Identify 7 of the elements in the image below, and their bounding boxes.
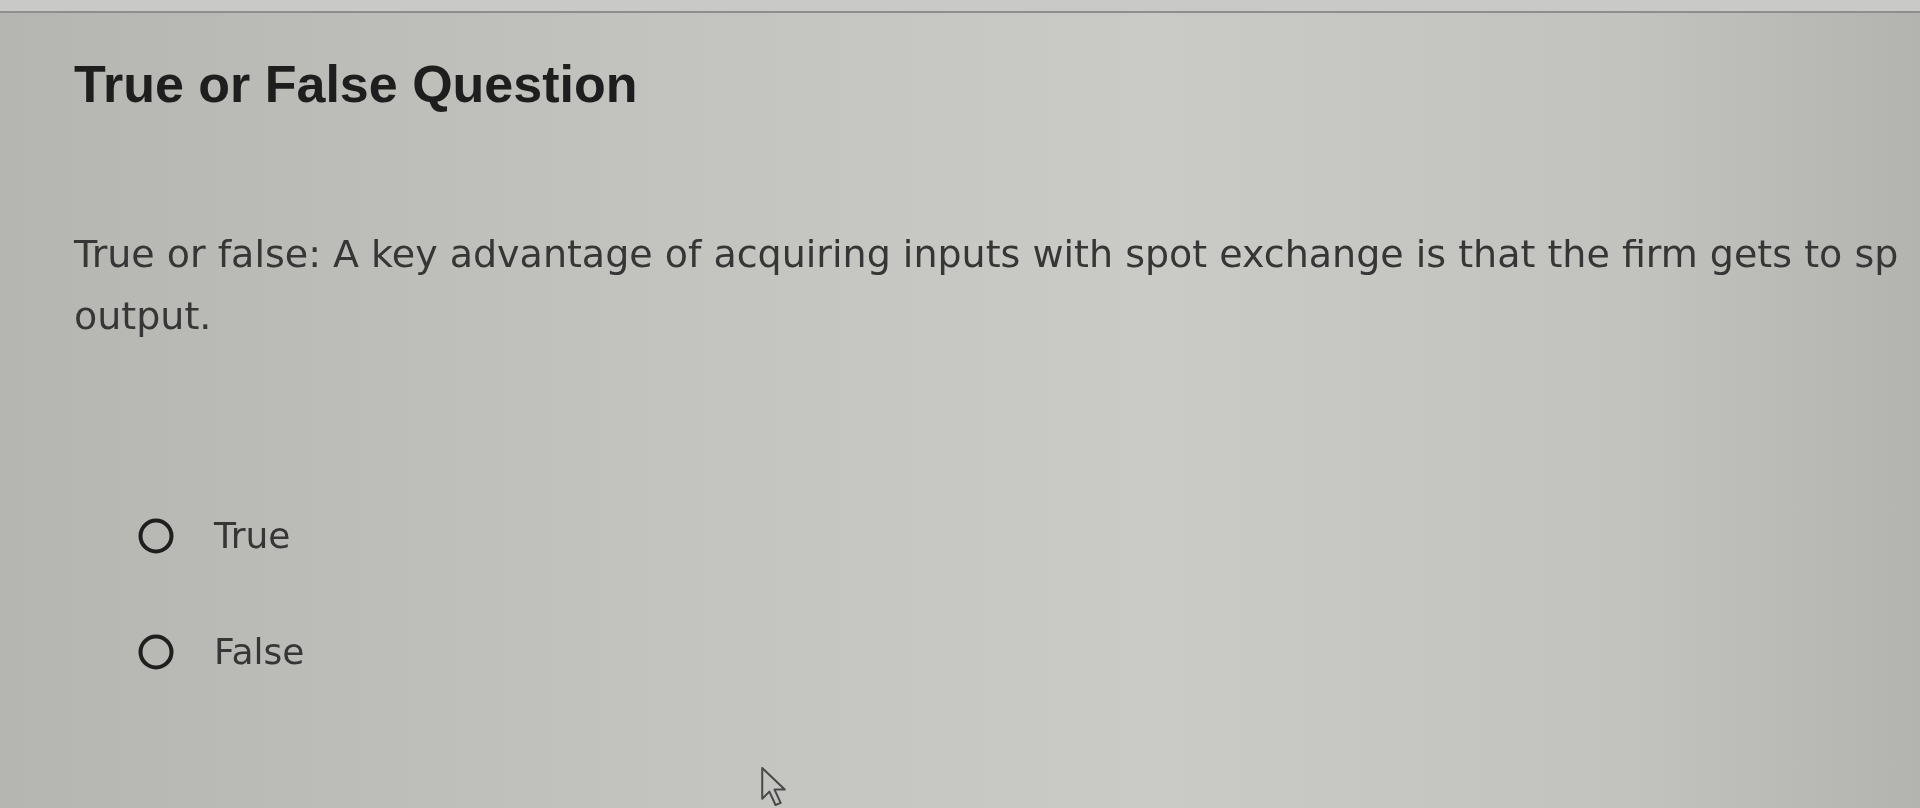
question-title: True or False Question bbox=[74, 54, 638, 115]
answer-option[interactable]: False bbox=[138, 629, 305, 675]
question-text: True or false: A key advantage of acquiring inputs with spot exchange is that the firm gets to sp output. bbox=[74, 231, 1899, 340]
answer-option[interactable]: True bbox=[138, 513, 291, 559]
mouse-pointer-icon bbox=[760, 766, 787, 807]
radio-button-icon[interactable] bbox=[138, 634, 174, 670]
radio-button-icon[interactable] bbox=[138, 518, 174, 554]
